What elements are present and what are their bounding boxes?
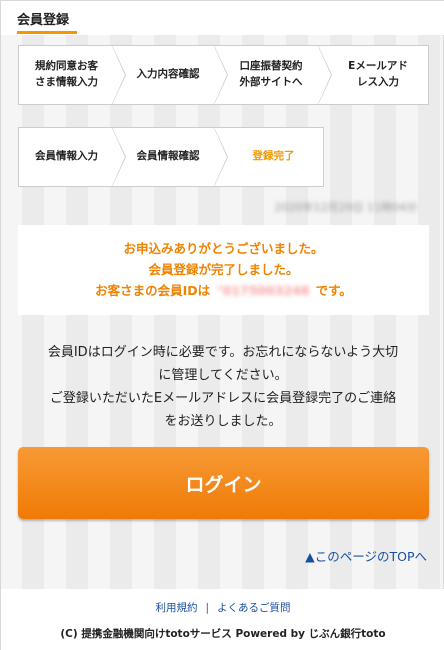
step-account-transfer: 口座振替契約 外部サイトへ bbox=[214, 45, 332, 105]
progress-steps-row2: 会員情報入力 会員情報確認 登録完了 bbox=[18, 127, 324, 187]
footer-links: 利用規約 | よくあるご質問 bbox=[1, 600, 444, 615]
member-id-line: お客さまの会員IDは "0175003248 です。 bbox=[18, 280, 429, 301]
terms-link[interactable]: 利用規約 bbox=[155, 602, 197, 614]
step-input-confirm: 入力内容確認 bbox=[112, 45, 228, 105]
faq-link[interactable]: よくあるご質問 bbox=[217, 602, 291, 614]
progress-steps-row1: 規約同意お客 さま情報入力 入力内容確認 口座振替契約 外部サイトへ Eメールアドレ… bbox=[18, 45, 429, 105]
footer-separator: | bbox=[205, 602, 210, 614]
title-underline bbox=[17, 31, 77, 34]
login-button[interactable]: ログイン bbox=[18, 447, 429, 519]
completion-message-box: お申込みありがとうございました。 会員登録が完了しました。 お客さまの会員IDは… bbox=[18, 225, 429, 315]
page-title: 会員登録 bbox=[17, 13, 70, 28]
footer: 利用規約 | よくあるご質問 (C) 提携金融機関向けtotoサービス Powere… bbox=[1, 589, 444, 650]
thanks-message: お申込みありがとうございました。 bbox=[123, 241, 324, 256]
member-id-value: "0175003248 bbox=[216, 283, 310, 298]
step-member-info-input: 会員情報入力 bbox=[18, 127, 126, 187]
registration-complete-message: 会員登録が完了しました。 bbox=[148, 262, 299, 277]
step-member-info-confirm: 会員情報確認 bbox=[112, 127, 228, 187]
page-header: 会員登録 bbox=[1, 1, 444, 35]
page-top-link[interactable]: ▲このページのTOPへ bbox=[305, 546, 427, 565]
step-terms-customer-info: 規約同意お客 さま情報入力 bbox=[18, 45, 126, 105]
step-email-input: Eメールアド レス入力 bbox=[318, 45, 429, 105]
copyright-text: (C) 提携金融機関向けtotoサービス Powered by じぶん銀行tot… bbox=[60, 628, 386, 640]
step-registration-complete: 登録完了 bbox=[214, 127, 324, 187]
info-text: 会員IDはログイン時に必要です。お忘れにならないよう大切 に管理してください。 … bbox=[47, 345, 399, 429]
completion-timestamp: 2020年12月29日 11時04分 bbox=[274, 201, 417, 214]
